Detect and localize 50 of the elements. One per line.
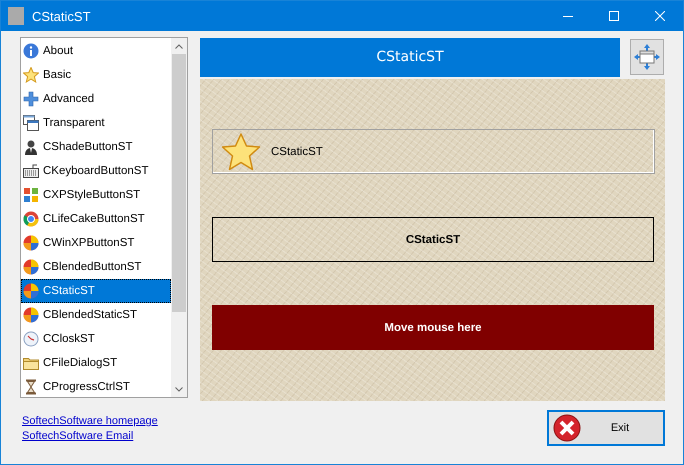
scroll-up-icon[interactable] — [175, 44, 183, 48]
list-item[interactable]: About — [21, 39, 171, 63]
static-label: CStaticST — [212, 217, 654, 262]
list-item[interactable]: CBlendedStaticST — [21, 303, 171, 327]
list-item[interactable]: Basic — [21, 63, 171, 87]
static-text: CStaticST — [271, 146, 323, 158]
header-banner: CStaticST — [200, 38, 620, 76]
scrollbar[interactable] — [171, 38, 187, 397]
list-item[interactable]: CBlendedButtonST — [21, 255, 171, 279]
list-item[interactable]: CStaticST — [21, 279, 171, 303]
ball-icon — [23, 283, 39, 299]
list-item[interactable]: CCloskST — [21, 327, 171, 351]
star-icon — [23, 67, 39, 83]
folder-icon — [23, 355, 39, 371]
list-item[interactable]: Advanced — [21, 87, 171, 111]
close-icon — [655, 11, 665, 21]
window-title: CStaticST — [32, 8, 92, 24]
tiles-icon — [23, 187, 39, 203]
list-item[interactable]: CLifeCakeButtonST — [21, 207, 171, 231]
windows-icon — [23, 115, 39, 131]
link[interactable]: SoftechSoftware homepage — [22, 415, 158, 427]
list-item[interactable]: CWinXPButtonST — [21, 231, 171, 255]
exit-button[interactable]: Exit — [547, 410, 665, 446]
list-box[interactable]: About Basic Advanced Transparent CShadeButtonST CKeyboardButtonST CXPStyleButtonST CLifeCakeButtonST CWinXPButtonST CBlendedButtonST CStaticST CBlendedStaticST CCloskST CFileDialogST CProgressCtrlST — [20, 37, 188, 398]
list-item[interactable]: CShadeButtonST — [21, 135, 171, 159]
ball-icon — [23, 259, 39, 275]
scroll-down-icon[interactable] — [175, 386, 183, 392]
maximize-icon — [609, 11, 619, 21]
close-icon — [553, 414, 581, 442]
list-item[interactable]: CFileDialogST — [21, 351, 171, 375]
star-icon — [221, 132, 261, 170]
ring-icon — [23, 211, 39, 227]
info-icon — [23, 43, 39, 59]
clock-icon — [23, 331, 39, 347]
plus-icon — [23, 91, 39, 107]
ball-icon — [23, 235, 39, 251]
move-button[interactable] — [630, 39, 664, 75]
ball-icon — [23, 307, 39, 323]
list-item[interactable]: CProgressCtrlST — [21, 375, 171, 397]
person-icon — [23, 139, 39, 155]
link[interactable]: SoftechSoftware Email — [22, 430, 134, 442]
keyboard-icon — [23, 163, 39, 179]
scroll-thumb[interactable] — [172, 54, 186, 312]
list-item[interactable]: CKeyboardButtonST — [21, 159, 171, 183]
hourglass-icon — [23, 379, 39, 395]
list-item[interactable]: Transparent — [21, 111, 171, 135]
list-item[interactable]: CXPStyleButtonST — [21, 183, 171, 207]
hover-label[interactable]: Move mouse here — [212, 305, 654, 350]
move-arrows-icon — [632, 42, 662, 72]
app-icon — [8, 7, 24, 25]
